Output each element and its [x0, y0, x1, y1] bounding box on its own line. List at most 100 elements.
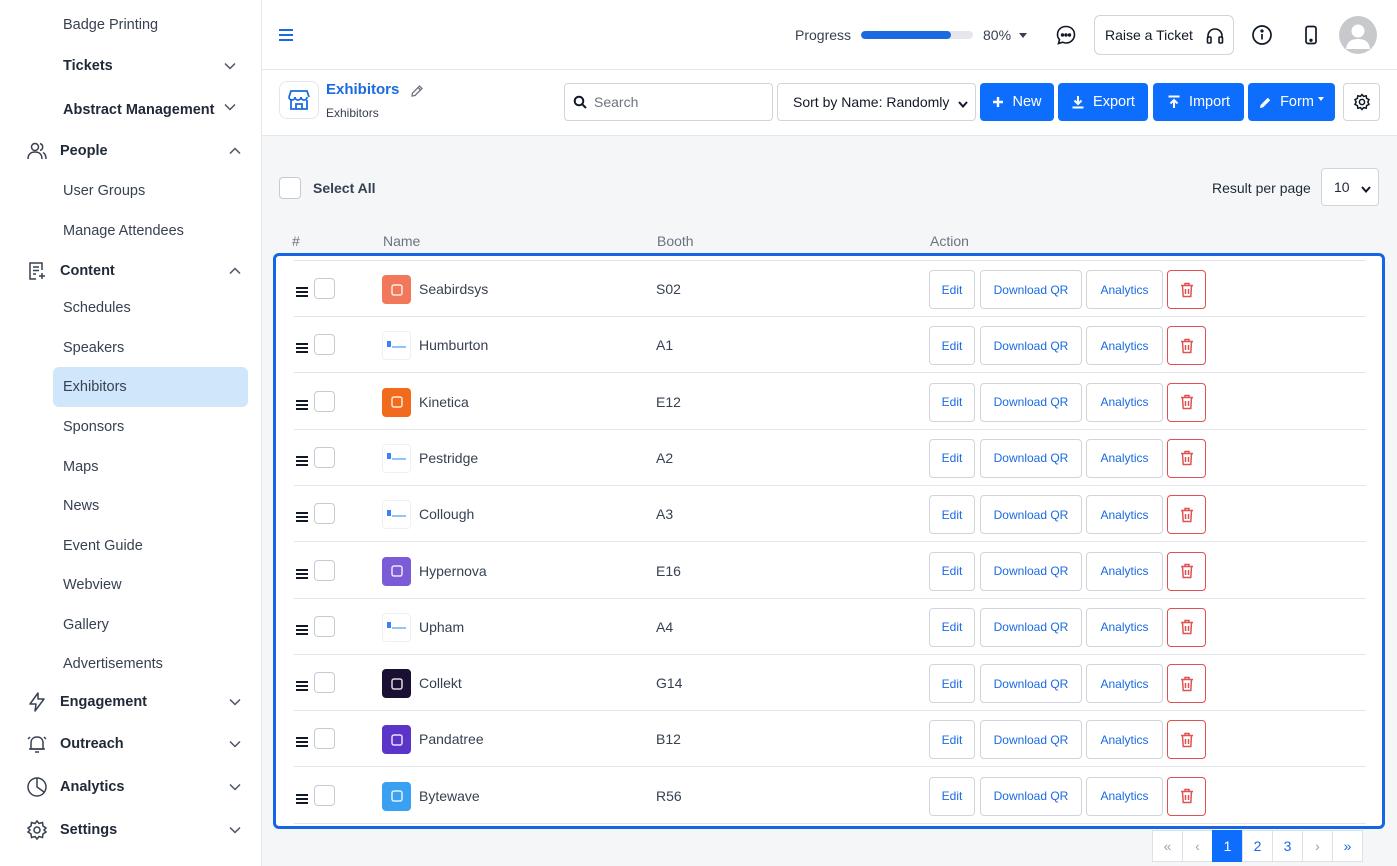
delete-button[interactable]	[1167, 326, 1206, 366]
drag-handle-icon[interactable]	[296, 566, 308, 579]
sidebar-item-event-guide[interactable]: Event Guide	[63, 536, 243, 556]
row-checkbox[interactable]	[314, 278, 335, 299]
exhibitor-name[interactable]: Hypernova	[419, 563, 487, 579]
select-all-checkbox[interactable]	[279, 177, 301, 199]
sidebar-item-exhibitors[interactable]: Exhibitors	[63, 377, 243, 397]
exhibitor-name[interactable]: Bytewave	[419, 788, 480, 804]
download-qr-button[interactable]: Download QR	[980, 720, 1082, 760]
page-prev[interactable]: ‹	[1182, 830, 1213, 862]
row-checkbox[interactable]	[314, 503, 335, 525]
row-checkbox[interactable]	[314, 672, 335, 694]
exhibitor-name[interactable]: Seabirdsys	[419, 281, 488, 297]
sidebar-item-tickets[interactable]: Tickets	[63, 56, 243, 76]
delete-button[interactable]	[1167, 776, 1206, 816]
edit-button[interactable]: Edit	[929, 270, 975, 309]
analytics-button[interactable]: Analytics	[1086, 551, 1163, 591]
download-qr-button[interactable]: Download QR	[980, 326, 1082, 366]
analytics-button[interactable]: Analytics	[1086, 326, 1163, 366]
analytics-button[interactable]: Analytics	[1086, 664, 1163, 704]
mobile-icon[interactable]	[1300, 24, 1322, 46]
sidebar-item-sponsors[interactable]: Sponsors	[63, 417, 243, 437]
download-qr-button[interactable]: Download QR	[980, 438, 1082, 478]
sidebar-item-webview[interactable]: Webview	[63, 575, 243, 595]
download-qr-button[interactable]: Download QR	[980, 551, 1082, 591]
delete-button[interactable]	[1167, 495, 1206, 535]
sidebar-item-schedules[interactable]: Schedules	[63, 298, 243, 318]
settings-button[interactable]	[1343, 83, 1380, 121]
download-qr-button[interactable]: Download QR	[980, 382, 1082, 422]
sidebar-item-analytics[interactable]: Analytics	[26, 776, 242, 798]
form-dropdown-button[interactable]: Form	[1248, 83, 1335, 121]
download-qr-button[interactable]: Download QR	[980, 607, 1082, 647]
exhibitor-name[interactable]: Upham	[419, 619, 464, 635]
edit-button[interactable]: Edit	[929, 326, 975, 366]
download-qr-button[interactable]: Download QR	[980, 664, 1082, 704]
drag-handle-icon[interactable]	[296, 734, 308, 748]
edit-button[interactable]: Edit	[929, 382, 975, 422]
drag-handle-icon[interactable]	[296, 284, 308, 297]
row-checkbox[interactable]	[314, 446, 335, 468]
export-button[interactable]: Export	[1058, 83, 1148, 121]
sidebar-item-abstract-management[interactable]: Abstract Management	[63, 100, 243, 120]
sidebar-item-manage-attendees[interactable]: Manage Attendees	[63, 221, 243, 241]
analytics-button[interactable]: Analytics	[1086, 607, 1163, 647]
drag-handle-icon[interactable]	[296, 509, 308, 523]
analytics-button[interactable]: Analytics	[1086, 720, 1163, 760]
sidebar-item-people[interactable]: People	[26, 140, 242, 162]
download-qr-button[interactable]: Download QR	[980, 270, 1082, 309]
chat-icon[interactable]	[1055, 24, 1077, 46]
edit-button[interactable]: Edit	[929, 664, 975, 704]
delete-button[interactable]	[1167, 382, 1206, 422]
raise-ticket-button[interactable]: Raise a Ticket	[1094, 15, 1234, 55]
row-checkbox[interactable]	[314, 615, 335, 637]
drag-handle-icon[interactable]	[296, 622, 308, 635]
edit-button[interactable]: Edit	[929, 551, 975, 591]
drag-handle-icon[interactable]	[296, 397, 308, 410]
page-1[interactable]: 1	[1212, 830, 1243, 862]
sidebar-item-settings[interactable]: Settings	[26, 819, 242, 841]
avatar[interactable]	[1339, 16, 1377, 54]
edit-button[interactable]: Edit	[929, 720, 975, 760]
row-checkbox[interactable]	[314, 728, 335, 750]
row-checkbox[interactable]	[314, 784, 335, 806]
page-2[interactable]: 2	[1242, 830, 1273, 862]
download-qr-button[interactable]: Download QR	[980, 776, 1082, 816]
pencil-icon[interactable]	[410, 84, 424, 98]
edit-button[interactable]: Edit	[929, 607, 975, 647]
download-qr-button[interactable]: Download QR	[980, 495, 1082, 535]
page-first[interactable]: «	[1152, 830, 1183, 862]
sidebar-item-gallery[interactable]: Gallery	[63, 615, 243, 635]
import-button[interactable]: Import	[1153, 83, 1244, 121]
column-header-booth[interactable]: Booth	[657, 233, 694, 249]
menu-icon[interactable]	[278, 27, 294, 43]
exhibitor-name[interactable]: Pandatree	[419, 731, 484, 747]
search-input[interactable]	[594, 94, 764, 110]
page-next[interactable]: ›	[1302, 830, 1333, 862]
drag-handle-icon[interactable]	[296, 678, 308, 692]
sidebar-item-content[interactable]: Content	[26, 260, 242, 282]
sidebar-item-user-groups[interactable]: User Groups	[63, 181, 243, 201]
edit-button[interactable]: Edit	[929, 776, 975, 816]
sidebar-item-speakers[interactable]: Speakers	[63, 338, 243, 358]
sidebar-item-maps[interactable]: Maps	[63, 457, 243, 477]
analytics-button[interactable]: Analytics	[1086, 438, 1163, 478]
analytics-button[interactable]: Analytics	[1086, 382, 1163, 422]
analytics-button[interactable]: Analytics	[1086, 270, 1163, 309]
exhibitor-name[interactable]: Humburton	[419, 337, 488, 353]
delete-button[interactable]	[1167, 270, 1206, 309]
delete-button[interactable]	[1167, 551, 1206, 591]
sidebar-item-advertisements[interactable]: Advertisements	[63, 654, 243, 674]
page-last[interactable]: »	[1332, 830, 1363, 862]
sidebar-item-engagement[interactable]: Engagement	[26, 691, 242, 713]
edit-button[interactable]: Edit	[929, 495, 975, 535]
progress-dropdown-caret[interactable]	[1019, 33, 1027, 38]
drag-handle-icon[interactable]	[296, 453, 308, 466]
drag-handle-icon[interactable]	[296, 791, 308, 804]
sort-select[interactable]: Sort by Name: Randomly	[777, 83, 976, 121]
drag-handle-icon[interactable]	[296, 340, 308, 354]
exhibitor-name[interactable]: Collough	[419, 506, 474, 522]
sidebar-item-outreach[interactable]: Outreach	[26, 733, 242, 755]
sidebar-item-badge-printing[interactable]: Badge Printing	[63, 15, 243, 35]
edit-button[interactable]: Edit	[929, 438, 975, 478]
row-checkbox[interactable]	[314, 334, 335, 356]
